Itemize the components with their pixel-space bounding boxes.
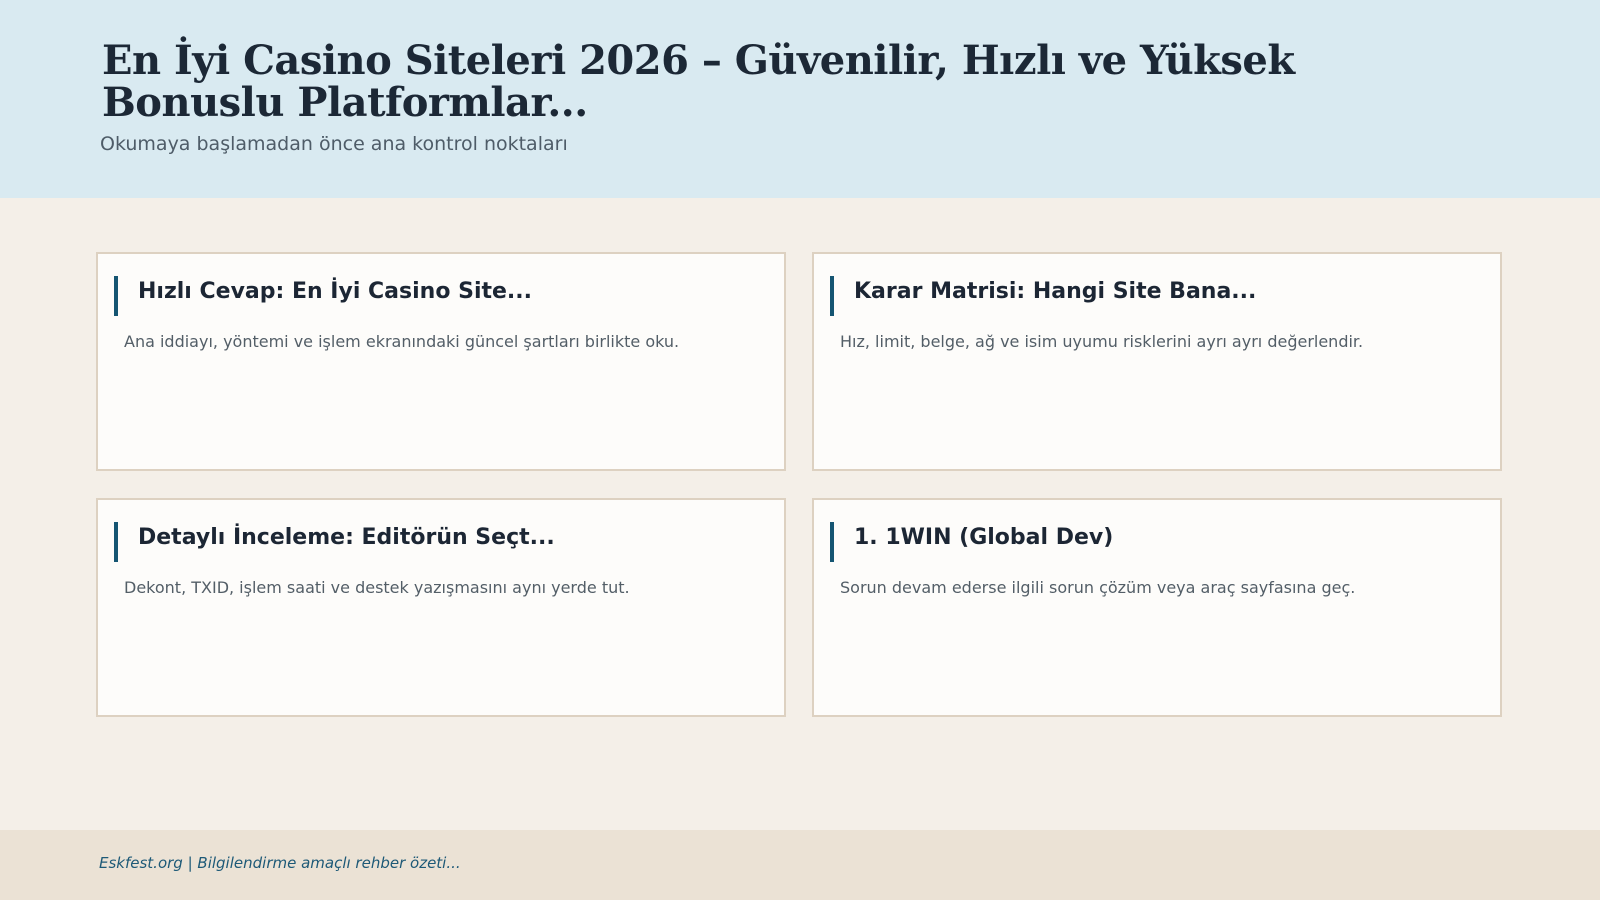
card-accent-bar (830, 522, 834, 562)
footer-text: Eskfest.org | Bilgilendirme amaçlı rehbe… (99, 854, 461, 872)
page-subtitle: Okumaya başlamadan önce ana kontrol nokt… (100, 133, 568, 155)
card-title: 1. 1WIN (Global Dev) (854, 525, 1114, 550)
card-title: Detaylı İnceleme: Editörün Seçt... (138, 525, 555, 550)
card-title: Karar Matrisi: Hangi Site Bana... (854, 279, 1257, 304)
page-footer: Eskfest.org | Bilgilendirme amaçlı rehbe… (0, 830, 1600, 900)
card-description: Sorun devam ederse ilgili sorun çözüm ve… (840, 578, 1356, 597)
card-accent-bar (114, 276, 118, 316)
card-description: Hız, limit, belge, ağ ve isim uyumu risk… (840, 332, 1364, 351)
card-description: Ana iddiayı, yöntemi ve işlem ekranındak… (124, 332, 680, 351)
card-1win[interactable]: 1. 1WIN (Global Dev) Sorun devam ederse … (812, 498, 1502, 717)
card-description: Dekont, TXID, işlem saati ve destek yazı… (124, 578, 630, 597)
card-quick-answer[interactable]: Hızlı Cevap: En İyi Casino Site... Ana i… (96, 252, 786, 471)
card-detailed-review[interactable]: Detaylı İnceleme: Editörün Seçt... Dekon… (96, 498, 786, 717)
card-accent-bar (114, 522, 118, 562)
card-accent-bar (830, 276, 834, 316)
page-header: En İyi Casino Siteleri 2026 – Güvenilir,… (0, 0, 1600, 198)
card-title: Hızlı Cevap: En İyi Casino Site... (138, 279, 532, 304)
page-title: En İyi Casino Siteleri 2026 – Güvenilir,… (102, 37, 1295, 126)
card-decision-matrix[interactable]: Karar Matrisi: Hangi Site Bana... Hız, l… (812, 252, 1502, 471)
